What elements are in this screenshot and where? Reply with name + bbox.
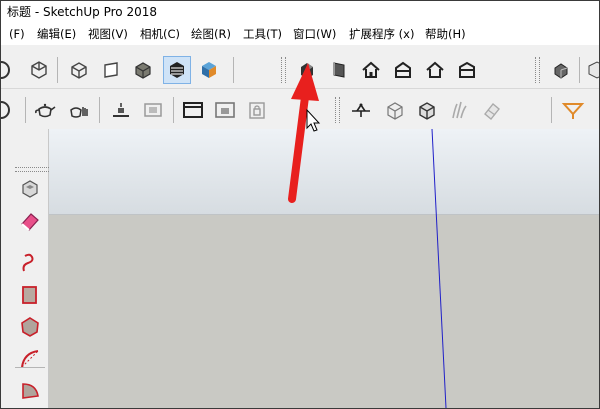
toolbar-grip[interactable] <box>535 57 540 83</box>
section-fill-icon[interactable] <box>139 96 167 124</box>
pie-icon[interactable] <box>15 375 45 405</box>
section-plane-display-icon[interactable] <box>107 96 135 124</box>
display-section-cut-icon[interactable] <box>381 96 409 124</box>
menu-view[interactable]: 视图(V) <box>88 23 128 45</box>
toolbar-grip[interactable] <box>335 97 340 123</box>
toolbar-separator <box>57 57 58 83</box>
teapot-icon[interactable] <box>31 96 59 124</box>
xray-style-icon[interactable] <box>65 56 93 84</box>
top-view-icon[interactable] <box>389 56 417 84</box>
toolbar-separator <box>173 97 174 123</box>
window-frame-icon[interactable] <box>179 96 207 124</box>
window-title: 标题 - SketchUp Pro 2018 <box>7 5 157 19</box>
eraser-soft-icon[interactable] <box>477 96 505 124</box>
shaded-with-textures-icon[interactable] <box>195 56 223 84</box>
menu-draw[interactable]: 绘图(R) <box>191 23 231 45</box>
toolbar-separator <box>579 57 580 83</box>
menu-edit[interactable]: 编辑(E) <box>37 23 76 45</box>
paint-bucket-icon[interactable] <box>15 174 45 204</box>
drawing-viewport[interactable] <box>49 129 599 408</box>
toolbar-separator <box>15 367 45 368</box>
back-view-icon[interactable] <box>421 56 449 84</box>
cube-wireframe-icon[interactable] <box>25 56 53 84</box>
toolbar-separator <box>99 97 100 123</box>
menu-extensions[interactable]: 扩展程序 (x) <box>349 23 414 45</box>
toolbar-separator <box>233 57 234 83</box>
circle-partial-icon[interactable] <box>1 56 15 84</box>
window-frame-shaded-icon[interactable] <box>211 96 239 124</box>
menu-tools[interactable]: 工具(T) <box>243 23 282 45</box>
front-view-icon[interactable] <box>357 56 385 84</box>
toolbar-row-divider <box>1 88 599 89</box>
toolbar-grip[interactable] <box>15 167 49 172</box>
smoothing-icon[interactable] <box>445 96 473 124</box>
arc-icon[interactable] <box>15 344 45 374</box>
circle-partial-icon[interactable] <box>1 96 15 124</box>
freehand-icon[interactable] <box>15 248 45 278</box>
menu-window[interactable]: 窗口(W) <box>293 23 336 45</box>
monochrome-style-icon[interactable] <box>293 56 321 84</box>
iso-view-icon[interactable] <box>325 56 353 84</box>
display-section-fill-icon[interactable] <box>413 96 441 124</box>
orange-tool-icon[interactable] <box>559 96 587 124</box>
menu-help[interactable]: 帮助(H) <box>425 23 466 45</box>
left-toolbar <box>1 129 49 408</box>
menu-camera[interactable]: 相机(C) <box>140 23 180 45</box>
add-section-plane-icon[interactable] <box>347 96 375 124</box>
eraser-icon[interactable] <box>15 207 45 237</box>
toolbar-separator <box>551 97 552 123</box>
rectangle-icon[interactable] <box>15 280 45 310</box>
toolbar-separator <box>25 97 26 123</box>
blue-axis-line <box>431 129 447 408</box>
app-window: 标题 - SketchUp Pro 2018 (F) 编辑(E) 视图(V) 相… <box>0 0 600 409</box>
orbit-teapot-icon[interactable] <box>65 96 93 124</box>
menu-file[interactable]: (F) <box>9 23 25 45</box>
lock-icon[interactable] <box>243 96 271 124</box>
wireframe-style-icon[interactable] <box>97 56 125 84</box>
extra-cube-icon[interactable] <box>581 56 599 84</box>
hidden-line-style-icon[interactable] <box>129 56 157 84</box>
shaded-style-icon[interactable] <box>163 56 191 84</box>
menu-bar: (F) 编辑(E) 视图(V) 相机(C) 绘图(R) 工具(T) 窗口(W) … <box>1 23 599 45</box>
title-bar[interactable]: 标题 - SketchUp Pro 2018 <box>1 1 599 23</box>
left-view-icon[interactable] <box>453 56 481 84</box>
toolbar-area <box>1 45 599 129</box>
polygon-icon[interactable] <box>15 312 45 342</box>
right-view-icon[interactable] <box>547 56 575 84</box>
toolbar-grip[interactable] <box>281 57 286 83</box>
